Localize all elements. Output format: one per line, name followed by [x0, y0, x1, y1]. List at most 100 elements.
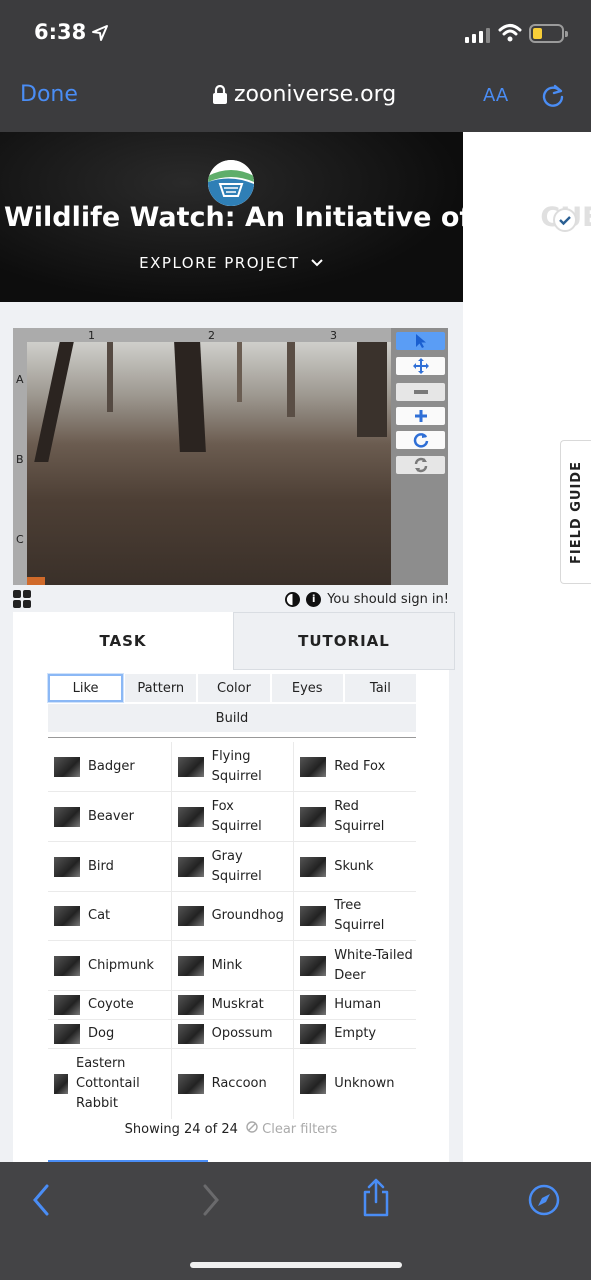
- move-icon: [412, 358, 429, 374]
- choice-label: Muskrat: [211, 997, 264, 1012]
- page-gutter: [463, 132, 591, 1162]
- project-logo[interactable]: [208, 160, 254, 206]
- reset-button[interactable]: [396, 456, 445, 474]
- species-thumbnail: [300, 995, 327, 1015]
- tab-tutorial[interactable]: TUTORIAL: [233, 612, 455, 670]
- pan-tool-button[interactable]: [396, 357, 445, 375]
- choice-label: Red Fox: [334, 758, 386, 774]
- choice-red-squirrel[interactable]: Red Squirrel: [293, 792, 416, 841]
- choice-skunk[interactable]: Skunk: [293, 842, 416, 891]
- choice-mink[interactable]: Mink: [170, 941, 294, 990]
- choice-label: Tree Squirrel: [334, 898, 385, 933]
- choice-eastern-cottontail-rabbit[interactable]: Eastern Cottontail Rabbit: [48, 1049, 171, 1119]
- reload-icon[interactable]: [540, 83, 566, 109]
- choice-tree-squirrel[interactable]: Tree Squirrel: [293, 892, 416, 940]
- done-button[interactable]: Done: [20, 82, 78, 107]
- forward-icon[interactable]: [200, 1182, 222, 1218]
- contrast-icon[interactable]: [285, 591, 301, 607]
- filter-status: Showing 24 of 24 Clear filters: [13, 1121, 449, 1137]
- choice-label: Human: [334, 997, 382, 1012]
- choice-beaver[interactable]: Beaver: [48, 792, 171, 841]
- species-thumbnail: [177, 1074, 204, 1094]
- field-guide-tab[interactable]: FIELD GUIDE: [560, 440, 591, 584]
- species-thumbnail: [300, 955, 327, 976]
- choice-human[interactable]: Human: [293, 991, 416, 1019]
- choice-label: Beaver: [88, 808, 134, 824]
- species-thumbnail: [177, 806, 204, 827]
- info-icon[interactable]: i: [306, 591, 322, 607]
- address-bar[interactable]: zooniverse.org: [212, 82, 396, 107]
- zoom-out-button[interactable]: [396, 383, 445, 401]
- species-thumbnail: [54, 756, 80, 777]
- grid-row-label: A: [16, 373, 24, 386]
- choice-groundhog[interactable]: Groundhog: [170, 892, 294, 940]
- viewer-toolbar: [391, 328, 448, 585]
- choice-unknown[interactable]: Unknown: [293, 1049, 416, 1119]
- filter-tail[interactable]: Tail: [344, 674, 417, 702]
- species-thumbnail: [177, 856, 204, 877]
- explore-project-button[interactable]: EXPLORE PROJECT: [0, 254, 463, 272]
- compass-icon[interactable]: [527, 1183, 561, 1217]
- species-thumbnail: [54, 1074, 68, 1094]
- filter-build[interactable]: Build: [48, 704, 416, 732]
- choice-chipmunk[interactable]: Chipmunk: [48, 941, 171, 990]
- choice-label: Badger: [88, 758, 135, 774]
- choice-bird[interactable]: Bird: [48, 842, 171, 891]
- choice-cat[interactable]: Cat: [48, 892, 171, 940]
- species-choices: Badger Flying Squirrel Red Fox Beaver Fo…: [48, 742, 416, 1119]
- project-title: Wildlife Watch: An Initiative of the CUE…: [4, 202, 591, 233]
- filter-like[interactable]: Like: [48, 674, 124, 702]
- choice-opossum[interactable]: Opossum: [170, 1020, 294, 1048]
- choice-label: Bird: [88, 858, 114, 874]
- camera-trap-image[interactable]: [27, 342, 391, 585]
- choice-label: Dog: [88, 1026, 115, 1041]
- choice-empty[interactable]: Empty: [293, 1020, 416, 1048]
- choice-gray-squirrel[interactable]: Gray Squirrel: [170, 842, 294, 891]
- zoom-in-button[interactable]: [396, 407, 445, 425]
- text-size-button[interactable]: AA: [483, 82, 508, 107]
- share-icon[interactable]: [361, 1178, 391, 1218]
- clear-icon: [246, 1121, 258, 1133]
- species-thumbnail: [54, 995, 80, 1015]
- tab-task[interactable]: TASK: [13, 612, 233, 670]
- species-thumbnail: [54, 856, 80, 877]
- back-icon[interactable]: [30, 1182, 52, 1218]
- choice-fox-squirrel[interactable]: Fox Squirrel: [170, 792, 294, 841]
- grid-col-label: 1: [88, 329, 95, 342]
- choice-muskrat[interactable]: Muskrat: [170, 991, 294, 1019]
- choice-red-fox[interactable]: Red Fox: [293, 742, 416, 791]
- clear-filters-label: Clear filters: [262, 1122, 338, 1137]
- status-time: 6:38: [34, 20, 87, 44]
- classifier-panel: TASK TUTORIAL Like Pattern Color Eyes Ta…: [13, 612, 455, 1163]
- grid-row-label: C: [16, 533, 24, 546]
- pointer-icon: [415, 334, 426, 348]
- field-guide-label: FIELD GUIDE: [568, 460, 584, 564]
- filter-eyes[interactable]: Eyes: [271, 674, 343, 702]
- species-thumbnail: [177, 756, 204, 777]
- rotate-button[interactable]: [396, 431, 445, 449]
- choice-flying-squirrel[interactable]: Flying Squirrel: [170, 742, 294, 791]
- choice-white-tailed-deer[interactable]: White-Tailed Deer: [293, 941, 416, 990]
- project-title-main: Wildlife Watch: An Initiative of the: [4, 202, 531, 233]
- select-tool-button[interactable]: [396, 332, 445, 350]
- filter-color[interactable]: Color: [198, 674, 270, 702]
- clear-filters-button[interactable]: Clear filters: [246, 1121, 338, 1137]
- choice-raccoon[interactable]: Raccoon: [170, 1049, 294, 1119]
- task-tabs: TASK TUTORIAL: [13, 612, 455, 670]
- choice-label: Gray Squirrel: [211, 848, 262, 884]
- choice-dog[interactable]: Dog: [48, 1020, 171, 1048]
- choice-coyote[interactable]: Coyote: [48, 991, 171, 1019]
- choice-label: Eastern Cottontail Rabbit: [76, 1056, 140, 1111]
- battery-icon: [529, 24, 568, 43]
- species-thumbnail: [54, 806, 80, 827]
- choice-badger[interactable]: Badger: [48, 742, 171, 791]
- home-indicator: [190, 1262, 402, 1268]
- url-text: zooniverse.org: [234, 82, 397, 107]
- species-thumbnail: [54, 1024, 80, 1044]
- species-thumbnail: [300, 806, 327, 827]
- filter-pattern[interactable]: Pattern: [125, 674, 197, 702]
- filter-bar: Like Pattern Color Eyes Tail Build: [48, 674, 417, 738]
- grid-view-icon[interactable]: [13, 590, 31, 608]
- choice-label: Cat: [88, 908, 111, 923]
- verified-badge-icon: [553, 208, 577, 232]
